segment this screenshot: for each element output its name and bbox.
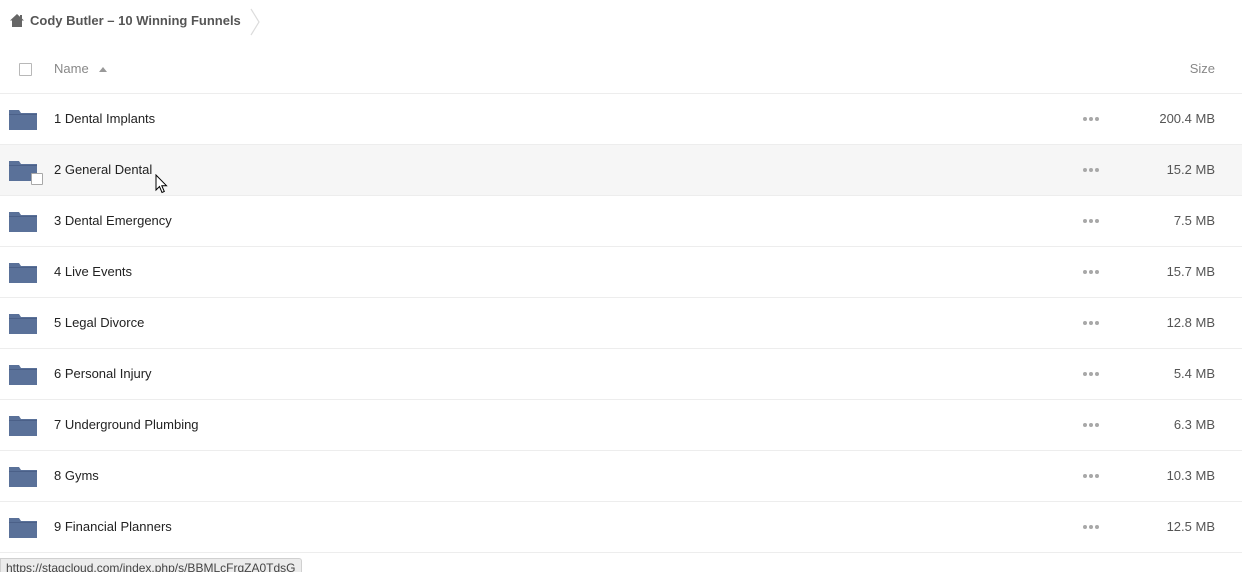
file-row[interactable]: 4 Live Events 15.7 MB <box>0 247 1242 298</box>
folder-icon[interactable] <box>9 209 37 233</box>
folder-icon[interactable] <box>9 515 37 539</box>
status-bar-url: https://stagcloud.com/index.php/s/BBMLcF… <box>0 558 303 572</box>
file-size: 12.8 MB <box>1166 315 1215 330</box>
file-size: 200.4 MB <box>1159 111 1215 126</box>
file-name[interactable]: 5 Legal Divorce <box>54 315 144 330</box>
file-row[interactable]: 8 Gyms 10.3 MB <box>0 451 1242 502</box>
more-options-icon[interactable] <box>1083 269 1099 275</box>
more-options-icon[interactable] <box>1083 167 1099 173</box>
file-row[interactable]: 1 Dental Implants 200.4 MB <box>0 94 1242 145</box>
more-options-icon[interactable] <box>1083 524 1099 530</box>
sort-ascending-icon[interactable] <box>99 67 107 72</box>
file-name[interactable]: 9 Financial Planners <box>54 519 172 534</box>
file-browser: Cody Butler – 10 Winning Funnels Name Si… <box>0 0 1242 572</box>
file-name[interactable]: 3 Dental Emergency <box>54 213 172 228</box>
file-list: 1 Dental Implants 200.4 MB 2 General Denta… <box>0 94 1242 553</box>
folder-icon[interactable] <box>9 311 37 335</box>
folder-icon[interactable] <box>9 464 37 488</box>
file-row[interactable]: 5 Legal Divorce 12.8 MB <box>0 298 1242 349</box>
file-row[interactable]: 2 General Dental 15.2 MB <box>0 145 1242 196</box>
file-row[interactable]: 3 Dental Emergency 7.5 MB <box>0 196 1242 247</box>
file-size: 10.3 MB <box>1166 468 1215 483</box>
select-all-checkbox[interactable] <box>19 63 32 76</box>
folder-icon[interactable] <box>9 260 37 284</box>
more-options-icon[interactable] <box>1083 422 1099 428</box>
file-row[interactable]: 6 Personal Injury 5.4 MB <box>0 349 1242 400</box>
file-name[interactable]: 1 Dental Implants <box>54 111 155 126</box>
file-size: 6.3 MB <box>1173 417 1215 432</box>
folder-icon[interactable] <box>9 107 37 131</box>
file-row[interactable]: 7 Underground Plumbing 6.3 MB <box>0 400 1242 451</box>
breadcrumb-folder-title[interactable]: Cody Butler – 10 Winning Funnels <box>30 13 241 28</box>
column-header-name[interactable]: Name <box>54 61 89 76</box>
folder-icon[interactable] <box>9 362 37 386</box>
more-options-icon[interactable] <box>1083 320 1099 326</box>
file-name[interactable]: 2 General Dental <box>54 162 152 177</box>
file-size: 5.4 MB <box>1173 366 1215 381</box>
file-name[interactable]: 4 Live Events <box>54 264 132 279</box>
file-name[interactable]: 7 Underground Plumbing <box>54 417 199 432</box>
column-header-size[interactable]: Size <box>1190 61 1215 76</box>
breadcrumb-separator-icon <box>250 8 260 36</box>
breadcrumb: Cody Butler – 10 Winning Funnels <box>0 0 1242 44</box>
file-size: 15.7 MB <box>1166 264 1215 279</box>
file-list-header: Name Size <box>0 44 1242 94</box>
file-name[interactable]: 6 Personal Injury <box>54 366 152 381</box>
more-options-icon[interactable] <box>1083 371 1099 377</box>
file-row[interactable]: 9 Financial Planners 12.5 MB <box>0 502 1242 553</box>
more-options-icon[interactable] <box>1083 473 1099 479</box>
file-size: 15.2 MB <box>1166 162 1215 177</box>
row-select-checkbox[interactable] <box>31 173 43 185</box>
file-size: 7.5 MB <box>1173 213 1215 228</box>
folder-icon[interactable] <box>9 413 37 437</box>
file-name[interactable]: 8 Gyms <box>54 468 99 483</box>
home-icon[interactable] <box>9 13 25 28</box>
more-options-icon[interactable] <box>1083 218 1099 224</box>
more-options-icon[interactable] <box>1083 116 1099 122</box>
file-size: 12.5 MB <box>1166 519 1215 534</box>
